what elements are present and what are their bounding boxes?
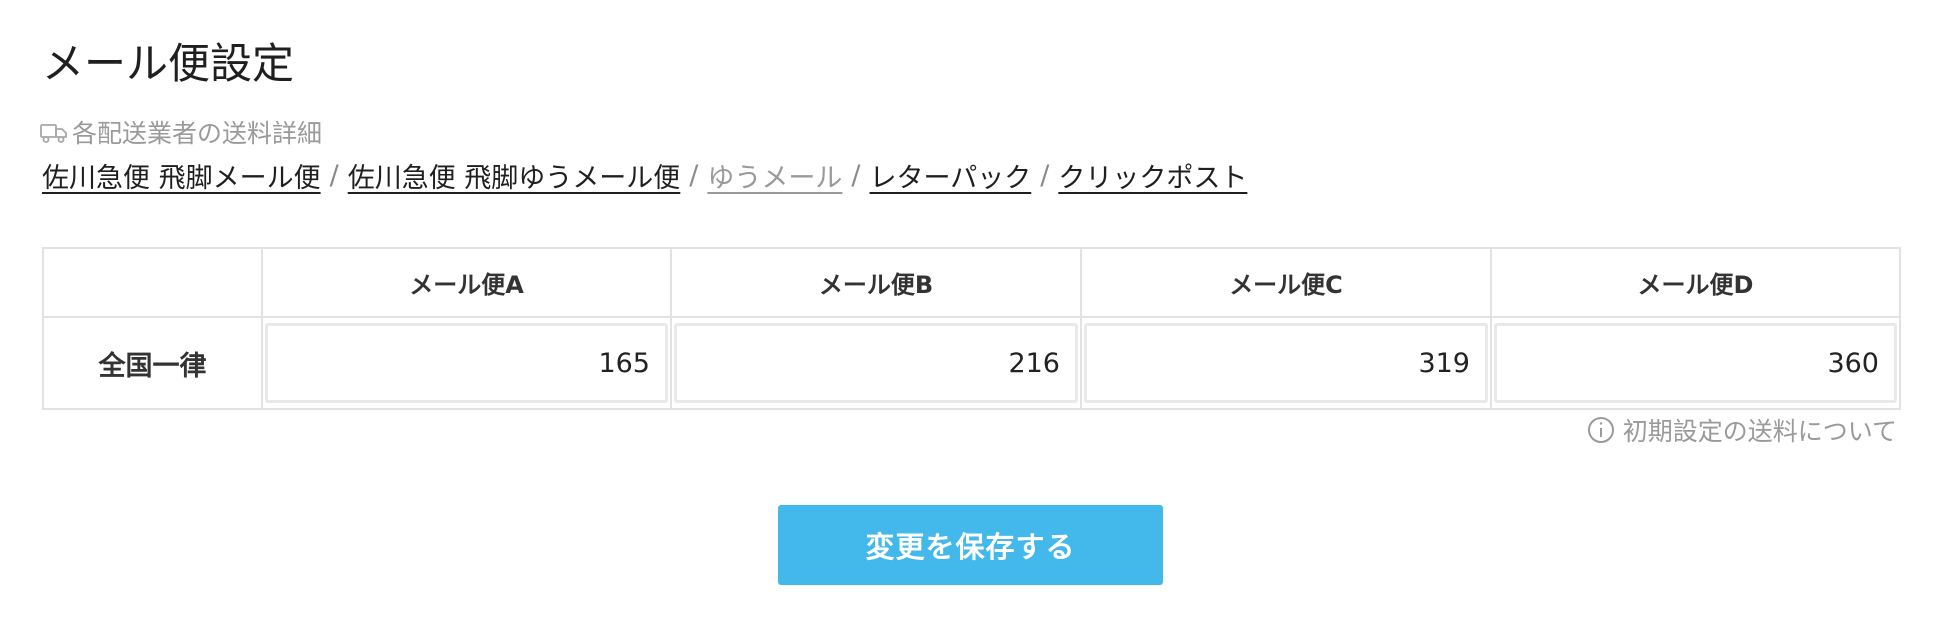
carrier-fees-heading: 各配送業者の送料詳細: [40, 115, 322, 149]
table-row: 全国一律: [42, 316, 1901, 410]
rate-cell-mail-a: [261, 316, 672, 410]
carrier-fees-heading-text: 各配送業者の送料詳細: [72, 119, 323, 148]
carrier-links: 佐川急便 飛脚メール便 / 佐川急便 飛脚ゆうメール便 / ゆうメール / レタ…: [42, 156, 1247, 195]
table-header-row: メール便A メール便B メール便C メール便D: [42, 247, 1901, 318]
column-header-mail-c: メール便C: [1080, 247, 1492, 318]
carrier-link-sagawa-hikyaku-yu-mail[interactable]: 佐川急便 飛脚ゆうメール便: [348, 156, 681, 195]
rate-cell-mail-d: [1490, 316, 1901, 410]
rate-cell-mail-b: [670, 316, 1082, 410]
carrier-link-sagawa-hikyaku-mail[interactable]: 佐川急便 飛脚メール便: [42, 156, 321, 195]
rate-cell-mail-c: [1080, 316, 1492, 410]
link-separator: /: [851, 159, 861, 191]
link-separator: /: [329, 159, 339, 191]
default-fee-info-link[interactable]: 初期設定の送料について: [1587, 412, 1897, 448]
rate-input-mail-a[interactable]: [265, 323, 668, 403]
carrier-link-click-post[interactable]: クリックポスト: [1058, 156, 1247, 195]
rate-input-mail-d[interactable]: [1494, 323, 1897, 403]
column-header-mail-b: メール便B: [670, 247, 1082, 318]
save-changes-button[interactable]: 変更を保存する: [778, 505, 1163, 585]
page-title: メール便設定: [42, 39, 295, 88]
rate-input-mail-b[interactable]: [674, 323, 1078, 403]
link-separator: /: [689, 159, 699, 191]
truck-icon: [40, 121, 68, 143]
info-icon: [1587, 416, 1615, 444]
shipping-rate-table: メール便A メール便B メール便C メール便D 全国一律: [42, 247, 1901, 410]
carrier-link-yu-mail[interactable]: ゆうメール: [707, 156, 842, 195]
column-header-mail-a: メール便A: [261, 247, 672, 318]
rate-input-mail-c[interactable]: [1084, 323, 1488, 403]
carrier-link-letter-pack[interactable]: レターパック: [870, 156, 1032, 195]
table-header-corner: [42, 247, 263, 318]
row-label-nationwide: 全国一律: [42, 316, 263, 410]
default-fee-info-label: 初期設定の送料について: [1622, 417, 1897, 446]
link-separator: /: [1040, 159, 1050, 191]
column-header-mail-d: メール便D: [1490, 247, 1901, 318]
